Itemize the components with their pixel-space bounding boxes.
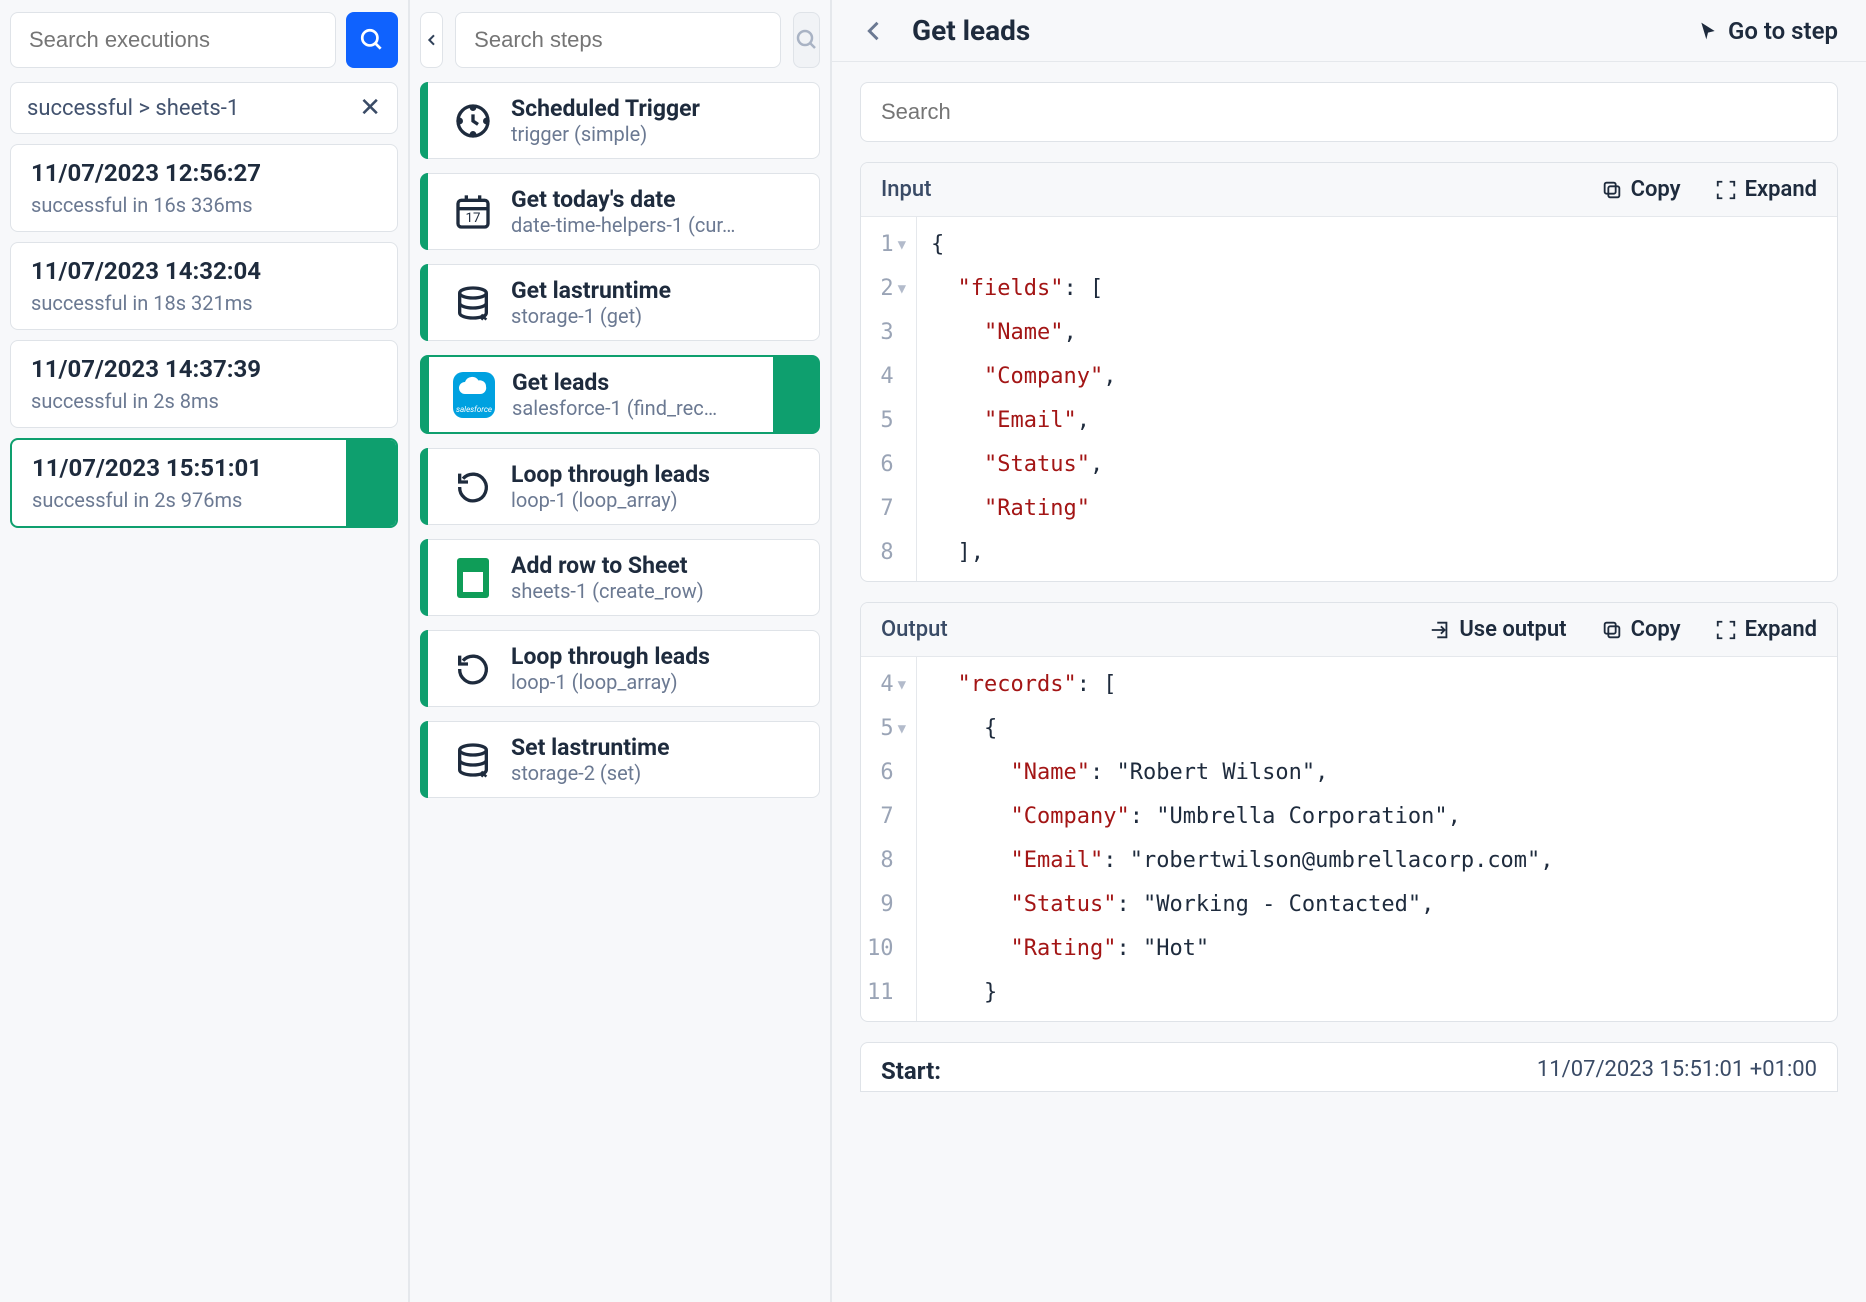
step-sub: loop-1 (loop_array) xyxy=(511,488,741,512)
steps-panel: Scheduled Triggertrigger (simple) 17 Get t… xyxy=(410,0,832,1302)
storage-icon xyxy=(451,738,495,782)
copy-label: Copy xyxy=(1631,177,1681,202)
execution-timestamp: 11/07/2023 14:32:04 xyxy=(31,257,377,285)
execution-status: successful in 2s 8ms xyxy=(31,389,377,413)
execution-status: successful in 18s 321ms xyxy=(31,291,377,315)
chevron-left-icon xyxy=(424,32,440,48)
step-card[interactable]: Set lastruntimestorage-2 (set) xyxy=(420,721,820,798)
step-detail-panel: Get leads Go to step Input Copy Expand 1… xyxy=(832,0,1866,1302)
copy-icon xyxy=(1601,619,1623,641)
copy-icon xyxy=(1601,179,1623,201)
sheets-icon xyxy=(457,558,489,598)
use-output-label: Use output xyxy=(1459,617,1566,642)
output-expand-button[interactable]: Expand xyxy=(1715,617,1817,642)
copy-label: Copy xyxy=(1631,617,1681,642)
storage-icon xyxy=(451,281,495,325)
step-title: Loop through leads xyxy=(511,643,805,670)
start-value: 11/07/2023 15:51:01 +01:00 xyxy=(1537,1057,1817,1085)
cursor-icon xyxy=(1698,21,1718,41)
step-sub: date-time-helpers-1 (cur… xyxy=(511,213,741,237)
step-title: Set lastruntime xyxy=(511,734,805,761)
start-row: Start: 11/07/2023 15:51:01 +01:00 xyxy=(860,1042,1838,1092)
output-copy-button[interactable]: Copy xyxy=(1601,617,1681,642)
calendar-icon: 17 xyxy=(451,190,495,234)
step-sub: storage-1 (get) xyxy=(511,304,741,328)
input-expand-button[interactable]: Expand xyxy=(1715,177,1817,202)
step-card[interactable]: Loop through leadsloop-1 (loop_array) xyxy=(420,448,820,525)
expand-icon xyxy=(1715,619,1737,641)
execution-timestamp: 11/07/2023 12:56:27 xyxy=(31,159,377,187)
steps-search-input[interactable] xyxy=(455,12,781,68)
step-card[interactable]: Add row to Sheetsheets-1 (create_row) xyxy=(420,539,820,616)
detail-title: Get leads xyxy=(912,14,1698,47)
input-panel: Input Copy Expand 1▼2▼3 4 5 6 7 8 { "fie… xyxy=(860,162,1838,582)
output-panel: Output Use output Copy Expand 4▼5▼6 7 8 … xyxy=(860,602,1838,1022)
step-title: Add row to Sheet xyxy=(511,552,805,579)
step-title: Get lastruntime xyxy=(511,277,805,304)
expand-label: Expand xyxy=(1745,177,1817,202)
use-output-button[interactable]: Use output xyxy=(1429,617,1566,642)
search-icon xyxy=(359,27,385,53)
execution-item[interactable]: 11/07/2023 12:56:27 successful in 16s 336… xyxy=(10,144,398,232)
input-code[interactable]: 1▼2▼3 4 5 6 7 8 { "fields": [ "Name", "C… xyxy=(861,217,1837,581)
execution-timestamp: 11/07/2023 14:37:39 xyxy=(31,355,377,383)
chevron-left-icon xyxy=(860,17,888,45)
expand-label: Expand xyxy=(1745,617,1817,642)
step-card[interactable]: Scheduled Triggertrigger (simple) xyxy=(420,82,820,159)
salesforce-icon: salesforce xyxy=(452,373,496,417)
step-title: Get leads xyxy=(512,369,804,396)
output-label: Output xyxy=(881,617,1395,642)
steps-back-button[interactable] xyxy=(420,12,443,68)
loop-icon xyxy=(451,465,495,509)
output-code[interactable]: 4▼5▼6 7 8 9 10 11 "records": [ { "Name":… xyxy=(861,657,1837,1021)
use-output-icon xyxy=(1429,619,1451,641)
input-copy-button[interactable]: Copy xyxy=(1601,177,1681,202)
start-label: Start: xyxy=(881,1057,941,1085)
goto-step-button[interactable]: Go to step xyxy=(1698,17,1838,45)
search-icon xyxy=(795,28,819,52)
close-icon[interactable]: ✕ xyxy=(359,95,381,121)
detail-search-input[interactable] xyxy=(860,82,1838,142)
execution-timestamp: 11/07/2023 15:51:01 xyxy=(32,454,376,482)
detail-back-button[interactable] xyxy=(860,17,888,45)
step-sub: salesforce-1 (find_rec… xyxy=(512,396,742,420)
executions-search-input[interactable] xyxy=(10,12,336,68)
executions-filter-chip[interactable]: successful > sheets-1 ✕ xyxy=(10,82,398,134)
step-sub: storage-2 (set) xyxy=(511,761,741,785)
expand-icon xyxy=(1715,179,1737,201)
salesforce-icon: salesforce xyxy=(453,372,495,418)
input-label: Input xyxy=(881,177,1567,202)
executions-search-button[interactable] xyxy=(346,12,398,68)
step-card[interactable]: Get lastruntimestorage-1 (get) xyxy=(420,264,820,341)
execution-item[interactable]: 11/07/2023 14:32:04 successful in 18s 321… xyxy=(10,242,398,330)
execution-status: successful in 2s 976ms xyxy=(32,488,376,512)
loop-icon xyxy=(451,647,495,691)
step-title: Loop through leads xyxy=(511,461,805,488)
step-card[interactable]: salesforce Get leadssalesforce-1 (find_re… xyxy=(420,355,820,434)
step-sub: loop-1 (loop_array) xyxy=(511,670,741,694)
clock-icon xyxy=(451,99,495,143)
svg-text:17: 17 xyxy=(466,211,481,226)
goto-step-label: Go to step xyxy=(1728,17,1838,45)
step-card[interactable]: Loop through leadsloop-1 (loop_array) xyxy=(420,630,820,707)
step-title: Get today's date xyxy=(511,186,805,213)
execution-item[interactable]: 11/07/2023 14:37:39 successful in 2s 8ms xyxy=(10,340,398,428)
step-card[interactable]: 17 Get today's datedate-time-helpers-1 (c… xyxy=(420,173,820,250)
steps-search-button[interactable] xyxy=(793,12,820,68)
sheets-icon xyxy=(451,556,495,600)
execution-item[interactable]: 11/07/2023 15:51:01 successful in 2s 976m… xyxy=(10,438,398,528)
execution-status: successful in 16s 336ms xyxy=(31,193,377,217)
step-sub: trigger (simple) xyxy=(511,122,741,146)
step-title: Scheduled Trigger xyxy=(511,95,805,122)
step-sub: sheets-1 (create_row) xyxy=(511,579,741,603)
executions-panel: successful > sheets-1 ✕ 11/07/2023 12:56… xyxy=(0,0,410,1302)
breadcrumb-text: successful > sheets-1 xyxy=(27,96,239,121)
